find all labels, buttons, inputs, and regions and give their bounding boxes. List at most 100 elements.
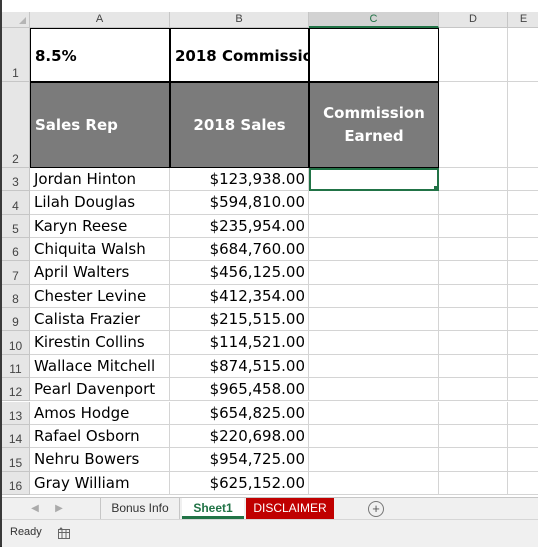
cell-sales-rep-name[interactable]: Lilah Douglas [30, 191, 170, 215]
cell-sales-amount[interactable]: $215,515.00 [170, 308, 309, 332]
cell-commission-earned[interactable] [309, 401, 439, 425]
col-header-d[interactable]: D [439, 12, 508, 28]
cell-empty[interactable] [508, 238, 538, 262]
cell-empty[interactable] [439, 378, 508, 402]
cell-sales-rep-name[interactable]: Amos Hodge [30, 401, 170, 425]
cell-empty[interactable] [439, 448, 508, 472]
tab-sheet1[interactable]: Sheet1 [182, 498, 244, 519]
cell-empty[interactable] [508, 28, 538, 82]
row-header[interactable]: 14 [2, 424, 30, 449]
cell-sales-amount[interactable]: $114,521.00 [170, 331, 309, 355]
row-header[interactable]: 6 [2, 238, 30, 262]
cell-commission-earned[interactable] [309, 214, 439, 239]
cell-empty[interactable] [508, 331, 538, 355]
tab-scroll-left-icon[interactable]: ◀ [30, 502, 40, 516]
cell-empty[interactable] [508, 168, 538, 192]
row-header[interactable]: 8 [2, 284, 30, 309]
cell-sales-amount[interactable]: $874,515.00 [170, 354, 309, 379]
col-header-a[interactable]: A [30, 12, 170, 28]
cell-sales-amount[interactable]: $220,698.00 [170, 424, 309, 449]
cell-empty[interactable] [439, 82, 508, 168]
tab-disclaimer[interactable]: DISCLAIMER [246, 498, 334, 519]
cell-sales-amount[interactable]: $123,938.00 [170, 168, 309, 192]
cell-sales-rep-name[interactable]: Rafael Osborn [30, 424, 170, 449]
cell-sales-amount[interactable]: $684,760.00 [170, 238, 309, 262]
cell-commission-earned[interactable] [309, 354, 439, 379]
cell-empty[interactable] [508, 215, 538, 239]
cell-commission-earned[interactable] [309, 168, 439, 192]
cell-empty[interactable] [508, 261, 538, 285]
cell-sales-rep-name[interactable]: Pearl Davenport [30, 378, 170, 402]
row-header[interactable]: 10 [2, 331, 30, 355]
cell-empty[interactable] [439, 168, 508, 192]
tab-scroll-right-icon[interactable]: ▶ [54, 502, 64, 516]
cell-empty[interactable] [508, 402, 538, 425]
row-header[interactable]: 15 [2, 448, 30, 472]
cell-empty[interactable] [508, 82, 538, 168]
cell-sales-rep-name[interactable]: Karyn Reese [30, 214, 170, 239]
cell-sales-amount[interactable]: $412,354.00 [170, 284, 309, 309]
cell-commission-earned[interactable] [309, 424, 439, 449]
cell-c2-header-commission[interactable]: Commission Earned [309, 82, 439, 168]
cell-empty[interactable] [508, 355, 538, 379]
row-header[interactable]: 1 [2, 28, 30, 82]
col-header-c[interactable]: C [309, 12, 439, 28]
col-header-e[interactable]: E [508, 12, 538, 28]
cell-commission-earned[interactable] [309, 308, 439, 332]
cell-sales-amount[interactable]: $456,125.00 [170, 261, 309, 285]
cell-sales-rep-name[interactable]: April Walters [30, 261, 170, 285]
row-header[interactable]: 2 [2, 82, 30, 168]
cell-empty[interactable] [439, 28, 508, 82]
cell-commission-earned[interactable] [309, 448, 439, 472]
cell-sales-amount[interactable]: $654,825.00 [170, 401, 309, 425]
cell-empty[interactable] [439, 261, 508, 285]
row-header[interactable]: 16 [2, 471, 30, 495]
row-header[interactable]: 3 [2, 168, 30, 192]
cell-c1[interactable] [309, 28, 439, 82]
cell-empty[interactable] [508, 285, 538, 309]
cell-empty[interactable] [439, 191, 508, 215]
cell-commission-earned[interactable] [309, 191, 439, 215]
cell-commission-earned[interactable] [309, 238, 439, 262]
cell-a2-header-sales-rep[interactable]: Sales Rep [30, 82, 170, 168]
macro-record-icon[interactable] [58, 527, 70, 539]
cell-a1-rate[interactable]: 8.5% [30, 28, 170, 82]
cell-sales-amount[interactable]: $965,458.00 [170, 378, 309, 402]
cell-empty[interactable] [439, 284, 508, 309]
row-header[interactable]: 9 [2, 308, 30, 332]
cell-empty[interactable] [439, 238, 508, 262]
cell-sales-rep-name[interactable]: Wallace Mitchell [30, 354, 170, 379]
cell-sales-rep-name[interactable]: Nehru Bowers [30, 448, 170, 472]
cell-empty[interactable] [439, 424, 508, 449]
cell-sales-rep-name[interactable]: Chiquita Walsh [30, 238, 170, 262]
cell-commission-earned[interactable] [309, 378, 439, 402]
cell-empty[interactable] [439, 354, 508, 379]
cell-b2-header-sales[interactable]: 2018 Sales [170, 82, 309, 168]
cell-empty[interactable] [439, 401, 508, 425]
cell-sales-rep-name[interactable]: Calista Frazier [30, 308, 170, 332]
cell-commission-earned[interactable] [309, 331, 439, 355]
row-header[interactable]: 11 [2, 354, 30, 379]
col-header-b[interactable]: B [170, 12, 309, 28]
row-header[interactable]: 12 [2, 378, 30, 402]
row-header[interactable]: 5 [2, 214, 30, 239]
cell-sales-rep-name[interactable]: Kirestin Collins [30, 331, 170, 355]
cell-empty[interactable] [508, 191, 538, 215]
tab-bonus-info[interactable]: Bonus Info [100, 498, 180, 519]
cell-empty[interactable] [439, 214, 508, 239]
cell-empty[interactable] [508, 378, 538, 402]
cell-empty[interactable] [508, 308, 538, 332]
plus-circle-icon[interactable]: + [368, 501, 384, 517]
cell-sales-amount[interactable]: $235,954.00 [170, 214, 309, 239]
cell-sales-rep-name[interactable]: Chester Levine [30, 284, 170, 309]
cell-empty[interactable] [439, 471, 508, 495]
cell-empty[interactable] [508, 448, 538, 472]
cell-commission-earned[interactable] [309, 284, 439, 309]
cell-sales-amount[interactable]: $625,152.00 [170, 471, 309, 495]
cell-commission-earned[interactable] [309, 471, 439, 495]
row-header[interactable]: 4 [2, 191, 30, 215]
cell-sales-rep-name[interactable]: Jordan Hinton [30, 168, 170, 192]
cell-empty[interactable] [439, 331, 508, 355]
cell-sales-amount[interactable]: $954,725.00 [170, 448, 309, 472]
cell-commission-earned[interactable] [309, 261, 439, 285]
